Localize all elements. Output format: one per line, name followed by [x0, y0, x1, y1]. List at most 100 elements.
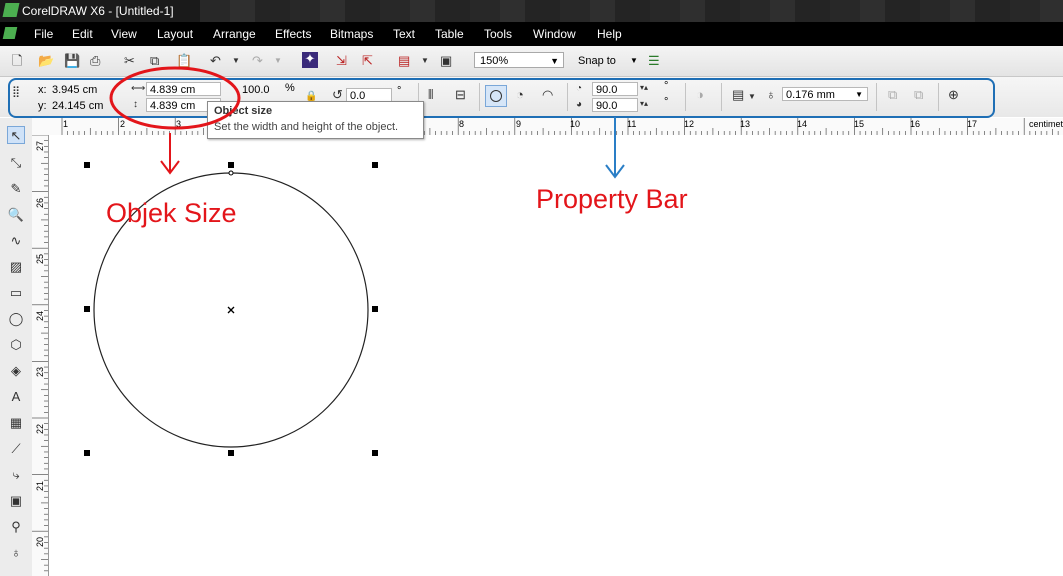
new-icon[interactable]: 🗋	[12, 54, 22, 68]
menu-effects[interactable]: Effects	[275, 27, 311, 41]
ruler-label: 9	[516, 119, 522, 129]
menu-tools[interactable]: Tools	[484, 27, 512, 41]
publish-pdf-icon[interactable]: ▤	[398, 54, 410, 68]
menu-file[interactable]: File	[34, 27, 53, 41]
polygon-tool-icon[interactable]: ⬡	[7, 336, 25, 354]
paste-icon[interactable]: 📋	[176, 54, 192, 68]
zoom-tool-icon[interactable]: 🔍	[7, 206, 25, 224]
snap-dropdown-icon[interactable]: ▼	[630, 56, 638, 65]
title-bar-background	[200, 0, 1063, 22]
search-content-icon[interactable]: ✦	[302, 52, 318, 68]
ruler-label: 15	[854, 119, 865, 129]
handle-bottom-right[interactable]	[372, 450, 378, 456]
freehand-tool-icon[interactable]: ∿	[7, 232, 25, 250]
menu-text[interactable]: Text	[393, 27, 415, 41]
handle-top-center[interactable]	[228, 162, 234, 168]
ruler-label: 17	[967, 119, 978, 129]
ruler-label: 21	[35, 481, 45, 492]
title-bar: CorelDRAW X6 - [Untitled-1]	[0, 0, 1063, 22]
toolbox: ↖ ⤡ ✎ 🔍 ∿ ▨ ▭ ◯ ⬡ ◈ A ▦ ⟋ ⤷ ▣ ⚲ ♁	[0, 118, 33, 576]
tooltip-description: Set the width and height of the object.	[214, 121, 399, 133]
menu-help[interactable]: Help	[597, 27, 622, 41]
copy-icon[interactable]: ⧉	[150, 54, 159, 68]
menu-bitmaps[interactable]: Bitmaps	[330, 27, 373, 41]
ruler-label: 24	[35, 311, 45, 322]
zoom-select[interactable]: 150% ▼	[474, 52, 564, 68]
tooltip-title: Object size	[214, 105, 273, 117]
import-icon[interactable]: ⇲	[336, 54, 347, 68]
outline-tool-icon[interactable]: ♁	[7, 544, 25, 562]
menu-layout[interactable]: Layout	[157, 27, 193, 41]
chevron-down-icon: ▼	[550, 56, 559, 66]
undo-icon[interactable]: ↶	[210, 54, 221, 68]
node-handle[interactable]	[228, 170, 234, 176]
cut-icon[interactable]: ✂	[124, 54, 135, 68]
shape-tool-icon[interactable]: ⤡	[7, 154, 25, 172]
ruler-label: 23	[35, 367, 45, 378]
redo-dropdown-icon[interactable]: ▼	[274, 54, 282, 68]
ruler-label: 13	[740, 119, 751, 129]
ruler-label: 16	[910, 119, 921, 129]
connector-tool-icon[interactable]: ⤷	[7, 466, 25, 484]
app-menu-icon[interactable]	[2, 27, 18, 39]
save-icon[interactable]: 💾	[64, 54, 80, 68]
dimension-tool-icon[interactable]: ⟋	[7, 440, 25, 458]
handle-bottom-left[interactable]	[84, 450, 90, 456]
pick-tool-icon[interactable]: ↖	[7, 126, 25, 144]
ruler-label: 11	[627, 119, 637, 129]
ruler-label: 26	[35, 198, 45, 209]
eyedropper-tool-icon[interactable]: ⚲	[7, 518, 25, 536]
ruler-label: 22	[35, 424, 45, 435]
ruler-label: 2	[120, 119, 126, 129]
handle-middle-left[interactable]	[84, 306, 90, 312]
text-tool-icon[interactable]: A	[7, 388, 25, 406]
smart-fill-tool-icon[interactable]: ▨	[7, 258, 25, 276]
ruler-label: 27	[35, 141, 45, 152]
handle-top-right[interactable]	[372, 162, 378, 168]
object-size-annotation: Objek Size	[106, 198, 237, 228]
window-title: CorelDRAW X6 - [Untitled-1]	[22, 4, 174, 18]
drop-shadow-tool-icon[interactable]: ▣	[7, 492, 25, 510]
ruler-label: 10	[570, 119, 581, 129]
object-size-tooltip: Object size Set the width and height of …	[207, 101, 424, 139]
rectangle-tool-icon[interactable]: ▭	[7, 284, 25, 302]
handle-top-left[interactable]	[84, 162, 90, 168]
options-icon[interactable]: ☰	[648, 54, 660, 68]
corel-logo-icon	[2, 3, 20, 17]
ruler-label: 8	[459, 119, 465, 129]
open-icon[interactable]: 📂	[38, 54, 54, 68]
property-bar-annotation: Property Bar	[536, 184, 688, 214]
table-tool-icon[interactable]: ▦	[7, 414, 25, 432]
publish-dropdown-icon[interactable]: ▼	[421, 54, 429, 68]
undo-dropdown-icon[interactable]: ▼	[232, 54, 240, 68]
menu-edit[interactable]: Edit	[72, 27, 93, 41]
center-marker-icon[interactable]	[227, 306, 235, 314]
export-icon[interactable]: ⇱	[362, 54, 373, 68]
ruler-label: 1	[63, 119, 69, 129]
zoom-value: 150%	[480, 55, 509, 67]
standard-toolbar: 🗋 📂 💾 ⎙ ✂ ⧉ 📋 ↶ ▼ ↷ ▼ ✦ ⇲ ⇱ ▤ ▼ ▣ 150% ▼…	[0, 46, 1063, 77]
menu-table[interactable]: Table	[435, 27, 464, 41]
ruler-label: 20	[35, 537, 45, 548]
handle-middle-right[interactable]	[372, 306, 378, 312]
menu-arrange[interactable]: Arrange	[213, 27, 256, 41]
ruler-corner[interactable]	[32, 118, 55, 136]
ruler-label: 3	[176, 119, 182, 129]
menu-window[interactable]: Window	[533, 27, 576, 41]
basic-shapes-tool-icon[interactable]: ◈	[7, 362, 25, 380]
ruler-label: 14	[797, 119, 808, 129]
redo-icon[interactable]: ↷	[252, 54, 263, 68]
print-icon[interactable]: ⎙	[90, 54, 100, 68]
ruler-label: 25	[35, 254, 45, 265]
menu-view[interactable]: View	[111, 27, 137, 41]
ellipse-tool-icon[interactable]: ◯	[7, 310, 25, 328]
ruler-label: 12	[684, 119, 695, 129]
menu-bar: File Edit View Layout Arrange Effects Bi…	[0, 22, 1063, 46]
ruler-unit: centimeters	[1027, 119, 1063, 129]
property-bar-highlight	[8, 78, 995, 118]
snap-to-button[interactable]: Snap to	[578, 55, 616, 67]
crop-tool-icon[interactable]: ✎	[7, 180, 25, 198]
handle-bottom-center[interactable]	[228, 450, 234, 456]
app-launcher-icon[interactable]: ▣	[440, 54, 452, 68]
ruler-vertical[interactable]: 27 26 25 24 23 22 21 20	[32, 135, 49, 576]
